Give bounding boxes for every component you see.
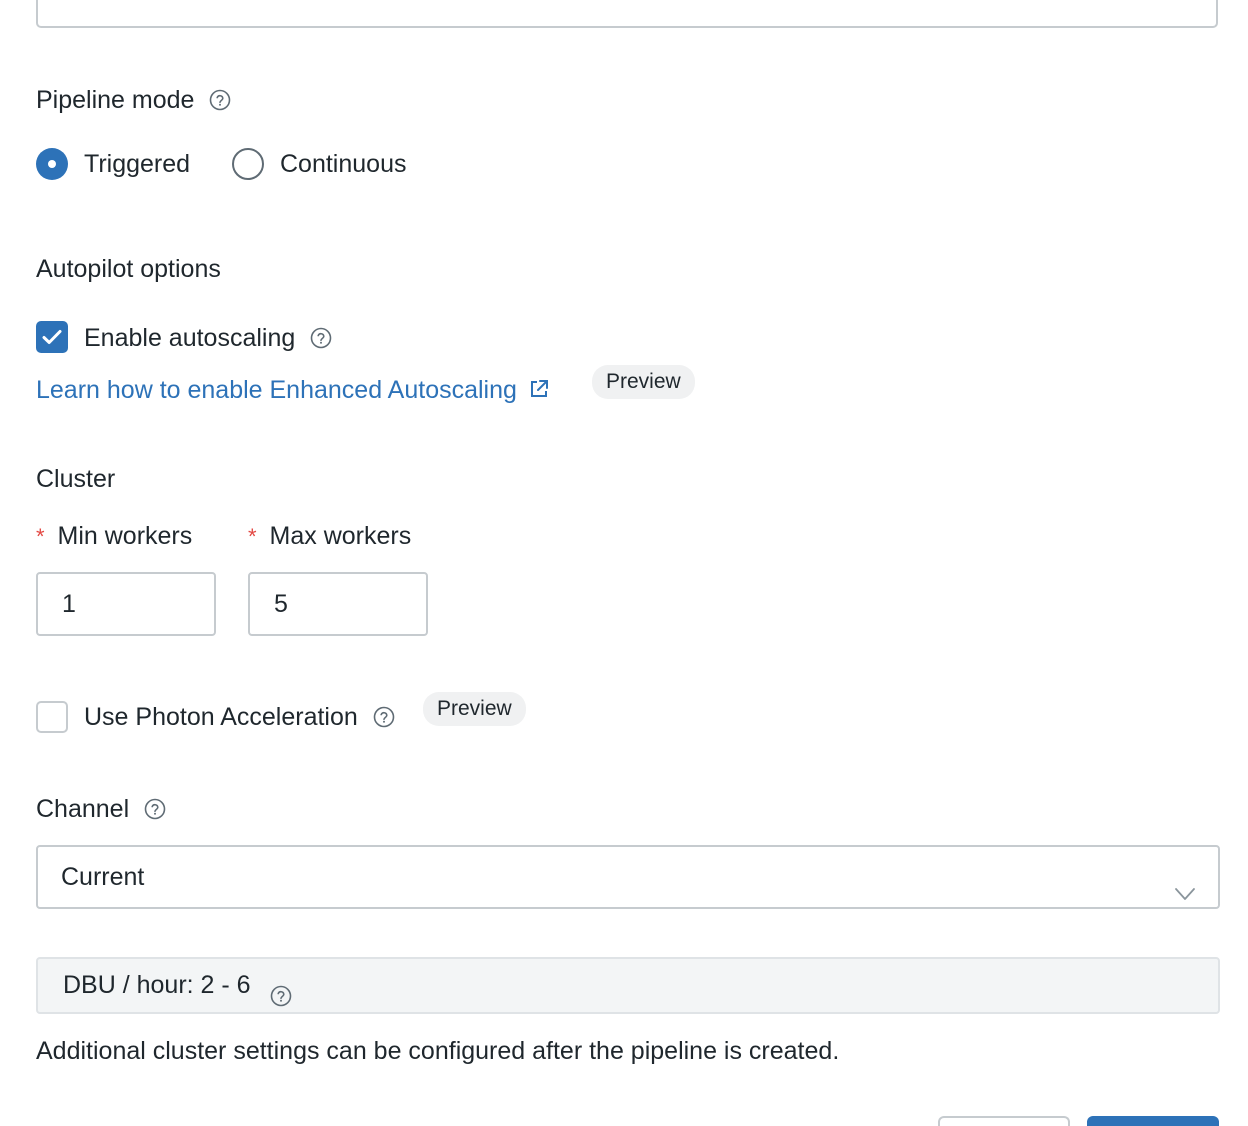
channel-label: Channel bbox=[36, 795, 130, 823]
required-marker: * bbox=[248, 524, 257, 549]
radio-continuous[interactable] bbox=[232, 148, 264, 180]
help-icon[interactable] bbox=[209, 88, 231, 111]
max-workers-label: * Max workers bbox=[248, 521, 411, 552]
channel-selected-value: Current bbox=[61, 863, 145, 891]
max-workers-input[interactable]: 5 bbox=[248, 572, 428, 636]
photon-acceleration-text: Use Photon Acceleration bbox=[84, 703, 358, 731]
dbu-text: DBU / hour: 2 - 6 bbox=[63, 971, 251, 999]
help-icon[interactable] bbox=[373, 705, 395, 728]
enable-autoscaling-label[interactable]: Enable autoscaling bbox=[84, 323, 332, 353]
radio-triggered-label[interactable]: Triggered bbox=[84, 149, 190, 179]
autopilot-options-heading: Autopilot options bbox=[36, 255, 221, 283]
cluster-settings-note: Additional cluster settings can be confi… bbox=[36, 1037, 840, 1065]
dbu-info-box: DBU / hour: 2 - 6 bbox=[36, 957, 1220, 1014]
radio-dot bbox=[48, 160, 56, 168]
external-link-icon bbox=[528, 377, 550, 399]
pipeline-mode-label: Pipeline mode bbox=[36, 86, 195, 114]
help-icon[interactable] bbox=[270, 973, 292, 1007]
learn-link-text: Learn how to enable Enhanced Autoscaling bbox=[36, 376, 517, 404]
photon-acceleration-checkbox[interactable] bbox=[36, 701, 68, 733]
photon-acceleration-label[interactable]: Use Photon Acceleration bbox=[84, 702, 395, 732]
min-workers-text: Min workers bbox=[57, 522, 193, 550]
max-workers-text: Max workers bbox=[269, 522, 412, 550]
enable-autoscaling-checkbox[interactable] bbox=[36, 321, 68, 353]
create-button[interactable] bbox=[1087, 1116, 1219, 1126]
enable-autoscaling-text: Enable autoscaling bbox=[84, 324, 296, 352]
preview-badge: Preview bbox=[592, 365, 695, 399]
cluster-heading: Cluster bbox=[36, 465, 116, 493]
radio-continuous-label[interactable]: Continuous bbox=[280, 149, 406, 179]
help-icon[interactable] bbox=[144, 797, 166, 820]
cancel-button[interactable] bbox=[938, 1116, 1070, 1126]
help-icon[interactable] bbox=[310, 326, 332, 349]
channel-select[interactable]: Current bbox=[36, 845, 1220, 909]
chevron-down-icon bbox=[1174, 867, 1196, 900]
checkmark-icon bbox=[42, 330, 62, 344]
min-workers-label: * Min workers bbox=[36, 521, 192, 552]
preview-badge: Preview bbox=[423, 692, 526, 726]
pipeline-mode-heading: Pipeline mode bbox=[36, 85, 231, 115]
required-marker: * bbox=[36, 524, 45, 549]
min-workers-input[interactable]: 1 bbox=[36, 572, 216, 636]
top-text-field[interactable] bbox=[36, 0, 1218, 28]
radio-triggered[interactable] bbox=[36, 148, 68, 180]
channel-heading: Channel bbox=[36, 794, 166, 824]
learn-enhanced-autoscaling-link[interactable]: Learn how to enable Enhanced Autoscaling bbox=[36, 375, 550, 405]
